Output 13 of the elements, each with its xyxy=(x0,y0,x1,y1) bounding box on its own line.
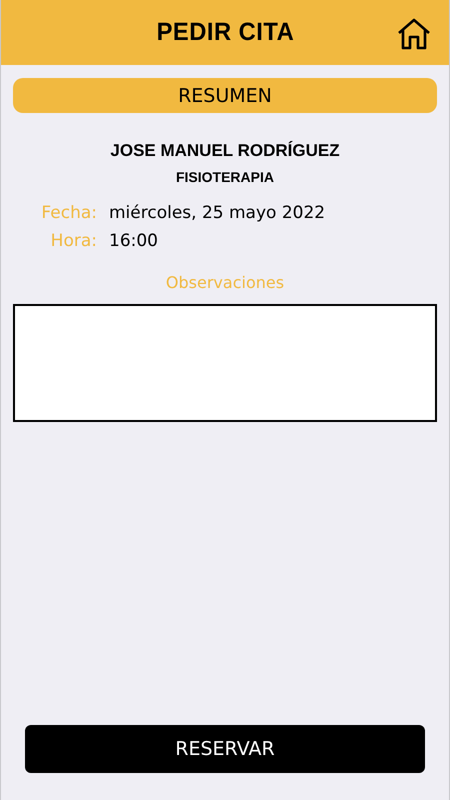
home-button[interactable] xyxy=(397,18,431,50)
specialty-label: FISIOTERAPIA xyxy=(174,169,275,185)
detail-value: miércoles, 25 mayo 2022 xyxy=(109,203,326,223)
notes-label: Observaciones xyxy=(164,273,286,292)
reserve-button[interactable]: RESERVAR xyxy=(25,725,425,773)
home-icon xyxy=(397,18,431,50)
notes-field[interactable] xyxy=(13,304,437,422)
section-title: RESUMEN xyxy=(178,84,272,106)
detail-value: 16:00 xyxy=(109,231,159,251)
detail-label: Fecha: xyxy=(40,203,97,223)
detail-label: Hora: xyxy=(50,231,97,251)
page-title: PEDIR CITA xyxy=(156,18,294,47)
professional-name: JOSE MANUEL RODRÍGUEZ xyxy=(109,141,341,161)
